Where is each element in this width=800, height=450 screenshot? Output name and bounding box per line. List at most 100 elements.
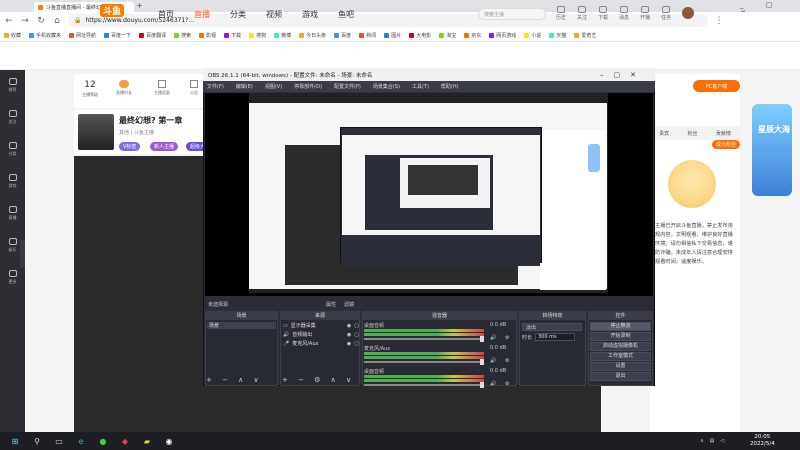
duration-input[interactable]: 300 ms (535, 333, 575, 341)
edge-icon[interactable]: e (74, 434, 88, 448)
obs-menu-item-5[interactable]: 场景集合(S) (373, 83, 400, 90)
obs-icon[interactable]: ◉ (162, 434, 176, 448)
obs-menu-item-3[interactable]: 停靠部件(D) (294, 83, 322, 90)
control-button-1[interactable]: 开始录制 (590, 332, 651, 341)
eye-icon[interactable]: ◉ (347, 323, 351, 329)
lock-icon[interactable]: ▢ (354, 332, 359, 338)
volume-slider[interactable] (364, 338, 484, 340)
fan-club-button[interactable]: 成为粉丝 (712, 140, 741, 149)
pc-client-button[interactable]: PC客户端 (693, 80, 740, 92)
stat-2[interactable]: 主播奖励 (154, 80, 170, 96)
bookmark-item[interactable]: 收藏 (4, 32, 21, 39)
stat-3[interactable]: 公告 (190, 80, 198, 96)
nav-item-2[interactable]: 分类 (230, 9, 246, 20)
control-button-0[interactable]: 停止推流 (590, 322, 651, 331)
bookmark-item[interactable]: 微博 (274, 32, 291, 39)
promo-banner[interactable] (752, 104, 792, 196)
home-icon[interactable]: ⌂ (52, 16, 62, 26)
bookmark-item[interactable]: 新闻 (359, 32, 376, 39)
extensions-icon[interactable]: ⋮ (714, 16, 724, 26)
source-toolbar[interactable]: + − ⚙ ∧ ∨ (282, 376, 355, 384)
bookmark-item[interactable]: 今日头条 (299, 32, 326, 39)
bookmark-item[interactable]: 图片 (384, 32, 401, 39)
nav-item-4[interactable]: 游戏 (302, 9, 318, 20)
new-tab-button[interactable]: + (136, 1, 143, 10)
sidebar-item-0[interactable]: 推荐 (8, 78, 17, 93)
obs-menu-item-4[interactable]: 配置文件(P) (334, 83, 361, 90)
bookmark-item[interactable]: 搜狗 (249, 32, 266, 39)
streamer-avatar[interactable] (78, 114, 114, 150)
control-button-2[interactable]: 启动虚拟摄像机 (590, 342, 651, 351)
back-icon[interactable]: ← (4, 16, 14, 26)
system-clock[interactable]: 20:05 2022/5/4 (750, 434, 775, 448)
right-tab-1[interactable]: 粉丝 (687, 130, 697, 137)
minimize-icon[interactable]: – (600, 71, 604, 79)
maximize-icon[interactable]: ▢ (614, 71, 621, 79)
tag-1[interactable]: 新人主播 (150, 142, 179, 151)
folder-icon[interactable]: ▰ (140, 434, 154, 448)
search-icon[interactable]: ⚲ (30, 434, 44, 448)
source-item[interactable]: ▭ 显示器采集 ◉ ▢ (283, 322, 359, 330)
bookmark-item[interactable]: 下载 (224, 32, 241, 39)
bookmark-item[interactable]: 大电影 (409, 32, 431, 39)
bookmark-item[interactable]: 网页游戏 (489, 32, 516, 39)
bookmark-item[interactable]: 小说 (524, 32, 541, 39)
header-icon-0[interactable]: 历史 (556, 6, 566, 21)
header-icon-3[interactable]: 消息 (619, 6, 629, 21)
sidebar-item-5[interactable]: 娱乐 (8, 238, 17, 253)
sidebar-item-6[interactable]: 更多 (8, 270, 17, 285)
lock-icon[interactable]: ▢ (354, 323, 359, 329)
scene-item[interactable]: 场景 (207, 322, 276, 329)
nav-item-3[interactable]: 视频 (266, 9, 282, 20)
bookmark-item[interactable]: 搜索 (174, 32, 191, 39)
control-button-3[interactable]: 工作室模式 (590, 352, 651, 361)
speaker-icon[interactable]: 🔊 (490, 358, 496, 364)
source-item[interactable]: 🎤 麦克风/Aux ◉ ▢ (283, 340, 359, 348)
nav-item-1[interactable]: 直播 (194, 9, 210, 20)
speaker-icon[interactable]: 🔊 (490, 335, 496, 341)
volume-knob[interactable] (480, 382, 484, 388)
user-avatar[interactable] (682, 7, 694, 19)
header-icon-4[interactable]: 开播 (640, 6, 650, 21)
obs-menu-item-6[interactable]: 工具(T) (412, 83, 429, 90)
obs-menu-item-2[interactable]: 视图(V) (265, 83, 282, 90)
volume-knob[interactable] (480, 336, 484, 342)
bookmark-item[interactable]: 百度 (334, 32, 351, 39)
source-item[interactable]: 🔊 音频输出 ◉ ▢ (283, 331, 359, 339)
bookmark-item[interactable]: 网址导航 (69, 32, 96, 39)
windows-start-icon[interactable]: ⊞ (8, 434, 22, 448)
volume-slider[interactable] (364, 384, 484, 386)
bookmark-item[interactable]: 百度一下 (104, 32, 131, 39)
gear-icon[interactable]: ⚙ (505, 335, 509, 341)
bookmark-item[interactable]: 淘宝 (439, 32, 456, 39)
tray-chevron-icon[interactable]: ∧ (700, 438, 704, 444)
volume-knob[interactable] (480, 359, 484, 365)
header-icon-2[interactable]: 下载 (598, 6, 608, 21)
control-button-5[interactable]: 退出 (590, 372, 651, 381)
eye-icon[interactable]: ◉ (347, 341, 351, 347)
bookmark-item[interactable]: 天猫 (549, 32, 566, 39)
bookmark-item[interactable]: 影视 (199, 32, 216, 39)
bookmark-item[interactable]: 爱奇艺 (574, 32, 596, 39)
sidebar-item-1[interactable]: 关注 (8, 110, 17, 125)
search-input[interactable]: 搜索主播 (478, 8, 546, 20)
transition-select[interactable]: 淡出 (522, 323, 582, 331)
control-button-4[interactable]: 设置 (590, 362, 651, 371)
speaker-icon[interactable]: 🔊 (490, 381, 496, 387)
sidebar-item-4[interactable]: 直播 (8, 206, 17, 221)
header-icon-1[interactable]: 关注 (577, 6, 587, 21)
forward-icon[interactable]: → (20, 16, 30, 26)
filters-button[interactable]: 滤镜 (344, 301, 354, 308)
network-icon[interactable]: ▤ (710, 438, 715, 444)
bookmark-item[interactable]: 京东 (464, 32, 481, 39)
douyu-logo[interactable]: 斗鱼 (100, 4, 125, 17)
obs-menu-item-1[interactable]: 编辑(E) (236, 83, 253, 90)
obs-titlebar[interactable]: OBS 26.1.1 (64-bit, windows) - 配置文件: 未命名… (203, 68, 655, 81)
lock-icon[interactable]: ▢ (354, 341, 359, 347)
bookmark-item[interactable]: 百度翻译 (139, 32, 166, 39)
volume-slider[interactable] (364, 361, 484, 363)
eye-icon[interactable]: ◉ (347, 332, 351, 338)
stat-1[interactable]: 直播时长 (116, 80, 132, 96)
browser-icon[interactable]: ● (96, 434, 110, 448)
obs-menu-item-0[interactable]: 文件(F) (207, 83, 224, 90)
